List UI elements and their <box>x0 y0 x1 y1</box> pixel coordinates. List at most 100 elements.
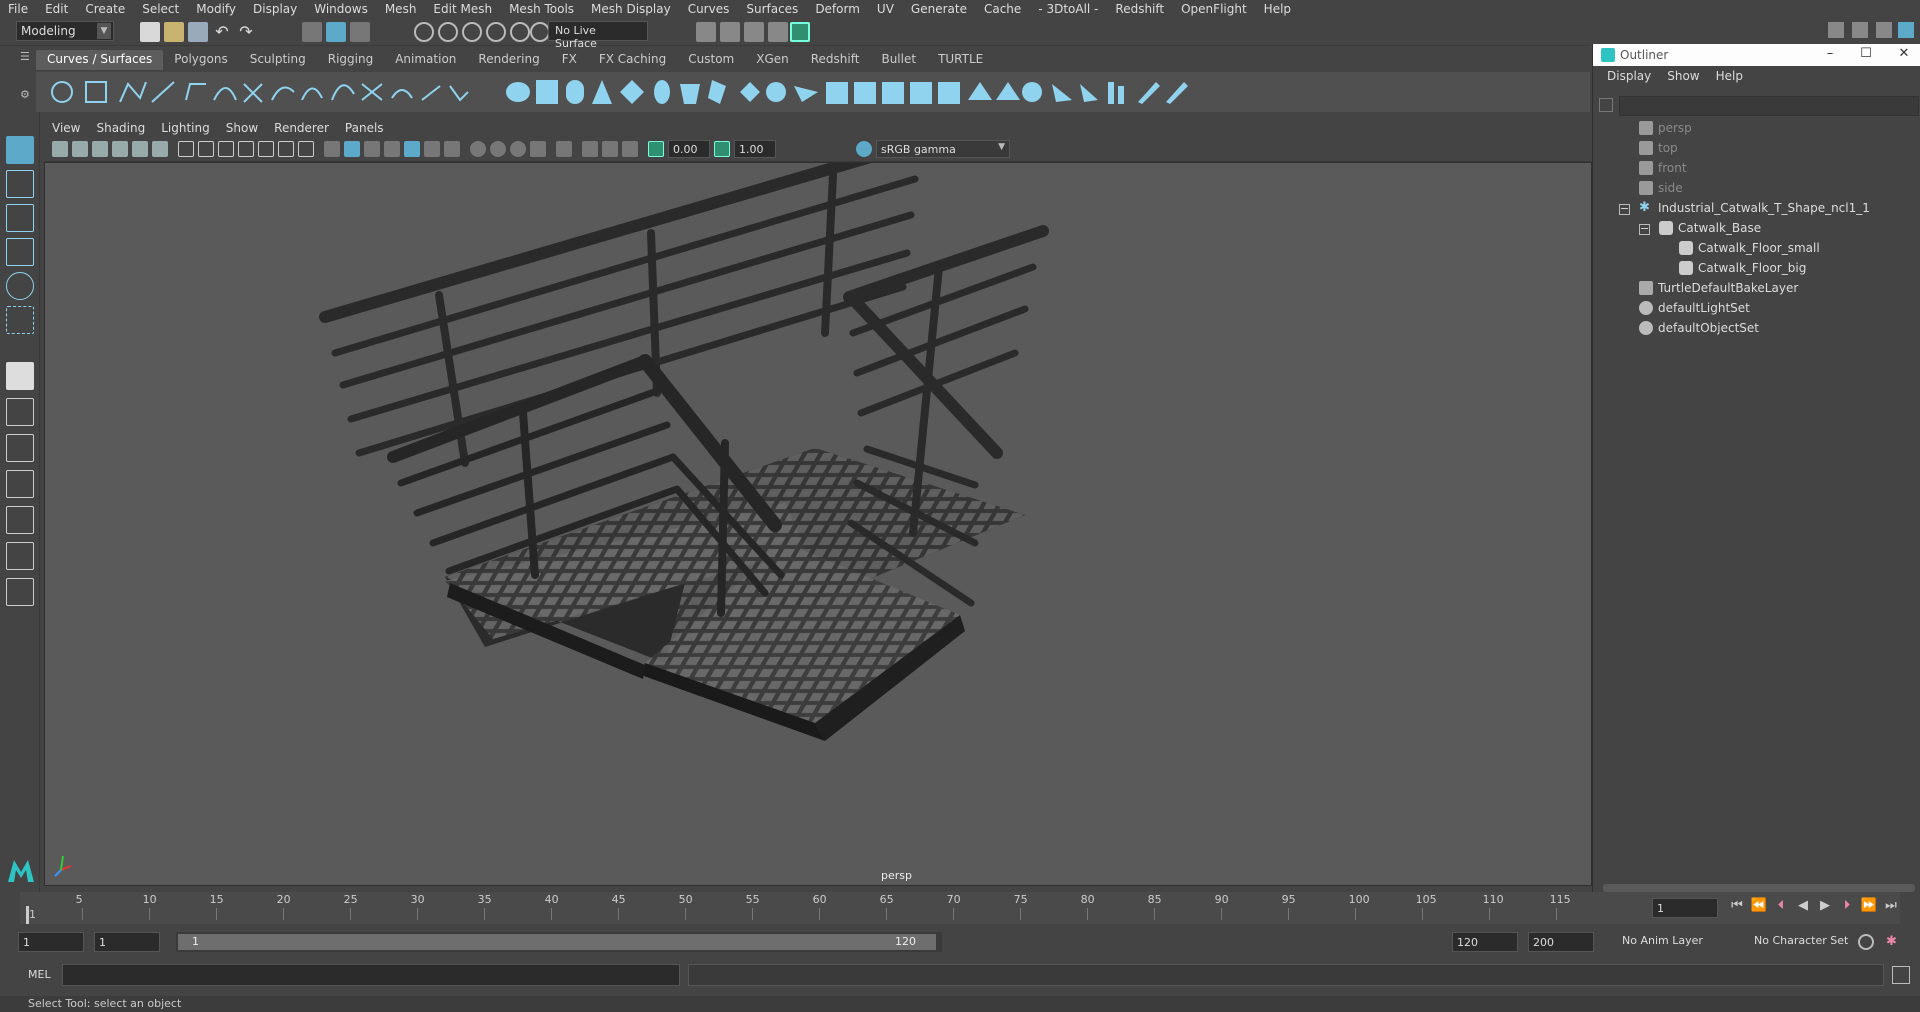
menu-redshift[interactable]: Redshift <box>1107 2 1173 16</box>
time-slider[interactable]: 5 10 15 20 25 30 35 40 45 50 55 60 65 70 75 80 85 90 95 100… <box>20 892 1900 924</box>
character-set-dropdown[interactable]: No Character Set <box>1754 934 1848 947</box>
animation-start-field[interactable]: 1 <box>18 932 84 952</box>
viewport-menu-lighting[interactable]: Lighting <box>153 121 218 135</box>
viewport-menu-panels[interactable]: Panels <box>337 121 392 135</box>
menu-generate[interactable]: Generate <box>903 2 976 16</box>
snap-view-plane-icon[interactable] <box>486 22 506 42</box>
go-to-start-icon[interactable]: ⏮ <box>1728 898 1746 916</box>
field-chart-icon[interactable] <box>258 141 274 157</box>
film-gate-icon[interactable] <box>198 141 214 157</box>
shelf-tab-turtle[interactable]: TURTLE <box>927 50 994 70</box>
select-object-icon[interactable] <box>326 22 346 42</box>
paint-select-tool-icon[interactable] <box>6 204 34 232</box>
menuset-dropdown[interactable]: Modeling ▼ <box>16 21 114 41</box>
grid-icon[interactable] <box>178 141 194 157</box>
playback-start-field[interactable]: 1 <box>94 932 160 952</box>
persp-hypershade-layout-icon[interactable] <box>6 506 34 534</box>
redshift-render-icon[interactable] <box>790 22 810 42</box>
outliner-item[interactable]: persp <box>1593 118 1920 138</box>
shelf-menu-icon[interactable]: ☰ <box>20 50 32 64</box>
menu-help[interactable]: Help <box>1256 2 1300 16</box>
select-component-icon[interactable] <box>350 22 370 42</box>
menu-curves[interactable]: Curves <box>680 2 739 16</box>
shelf-tab-redshift[interactable]: Redshift <box>800 50 871 70</box>
xray-joints-icon[interactable] <box>582 141 598 157</box>
resolution-gate-icon[interactable] <box>218 141 234 157</box>
outliner-item[interactable]: Catwalk_Floor_small <box>1593 238 1920 258</box>
menu-mesh-tools[interactable]: Mesh Tools <box>501 2 583 16</box>
outliner-item[interactable]: ✱ Industrial_Catwalk_T_Shape_ncl1_1 <box>1593 198 1920 218</box>
menu-file[interactable]: File <box>0 2 37 16</box>
outliner-item[interactable]: Catwalk_Floor_big <box>1593 258 1920 278</box>
step-back-key-icon[interactable]: ⏪ <box>1750 898 1768 916</box>
exposure-field[interactable]: 0.00 <box>668 140 710 158</box>
persp-outliner-layout-icon[interactable] <box>6 434 34 462</box>
command-language-label[interactable]: MEL <box>28 968 51 981</box>
wireframe-on-shaded-icon[interactable] <box>364 141 380 157</box>
shelf-tab-fx-caching[interactable]: FX Caching <box>588 50 677 70</box>
camera-lock-icon[interactable] <box>72 141 88 157</box>
screen-space-ao-icon[interactable] <box>470 141 486 157</box>
color-management-icon[interactable] <box>856 141 872 157</box>
play-backward-icon[interactable]: ◀ <box>1794 898 1812 916</box>
shelf-tab-bullet[interactable]: Bullet <box>870 50 927 70</box>
outliner-layout-icon[interactable] <box>6 542 34 570</box>
hypershade-icon[interactable] <box>768 22 788 42</box>
menu-cache[interactable]: Cache <box>976 2 1030 16</box>
outliner-search-input[interactable] <box>1619 96 1919 116</box>
menu-deform[interactable]: Deform <box>807 2 869 16</box>
grease-pencil-icon[interactable] <box>152 141 168 157</box>
menu-edit-mesh[interactable]: Edit Mesh <box>425 2 501 16</box>
shadows-icon[interactable] <box>444 141 460 157</box>
custom-layout-icon[interactable] <box>6 578 34 606</box>
animation-end-field[interactable]: 200 <box>1528 932 1594 952</box>
step-forward-key-icon[interactable]: ⏩ <box>1860 898 1878 916</box>
lasso-tool-icon[interactable] <box>6 170 34 198</box>
rotate-tool-icon[interactable] <box>6 272 34 300</box>
menu-openflight[interactable]: OpenFlight <box>1173 2 1256 16</box>
shelf-tab-polygons[interactable]: Polygons <box>163 50 238 70</box>
depth-of-field-icon[interactable] <box>530 141 546 157</box>
menu-uv[interactable]: UV <box>869 2 903 16</box>
ipr-render-icon[interactable] <box>720 22 740 42</box>
menu-edit[interactable]: Edit <box>37 2 77 16</box>
script-editor-icon[interactable] <box>1892 966 1910 984</box>
attribute-editor-icon[interactable] <box>1852 22 1868 38</box>
range-slider[interactable]: 1 120 <box>176 932 942 952</box>
scale-tool-icon[interactable] <box>6 306 34 334</box>
isolate-select-icon[interactable] <box>556 141 572 157</box>
collapse-toggle-icon[interactable]: − <box>1619 203 1630 215</box>
shelf-tab-curves-surfaces[interactable]: Curves / Surfaces <box>36 50 164 70</box>
tool-settings-icon[interactable] <box>1876 22 1892 38</box>
shelf-settings-icon[interactable]: ⚙ <box>20 88 32 102</box>
step-forward-frame-icon[interactable]: ⏵ <box>1838 898 1856 916</box>
persp-graph-layout-icon[interactable] <box>6 470 34 498</box>
command-input[interactable] <box>62 964 680 986</box>
four-view-layout-icon[interactable] <box>6 398 34 426</box>
viewport-menu-show[interactable]: Show <box>218 121 266 135</box>
maximize-icon[interactable]: ☐ <box>1857 46 1875 64</box>
shelf-tab-xgen[interactable]: XGen <box>745 50 800 70</box>
minimize-icon[interactable]: – <box>1821 46 1839 64</box>
menu-create[interactable]: Create <box>77 2 134 16</box>
channel-box-icon[interactable] <box>1898 22 1914 38</box>
redo-icon[interactable]: ↷ <box>236 22 256 42</box>
shelf-tab-rendering[interactable]: Rendering <box>467 50 550 70</box>
outliner-item[interactable]: top <box>1593 138 1920 158</box>
snap-point-icon[interactable] <box>462 22 482 42</box>
backface-culling-icon[interactable] <box>622 141 638 157</box>
select-tool-icon[interactable] <box>6 136 34 164</box>
anim-layer-dropdown[interactable]: No Anim Layer <box>1622 934 1703 947</box>
use-all-lights-icon[interactable] <box>424 141 440 157</box>
exposure-icon[interactable] <box>648 141 664 157</box>
shelf-tab-animation[interactable]: Animation <box>384 50 467 70</box>
outliner-horizontal-scrollbar[interactable] <box>1603 884 1915 892</box>
shelf-tab-sculpting[interactable]: Sculpting <box>239 50 317 70</box>
range-slider-handle[interactable]: 1 120 <box>178 934 936 950</box>
gamma-field[interactable]: 1.00 <box>734 140 776 158</box>
menu-select[interactable]: Select <box>134 2 188 16</box>
anti-aliasing-icon[interactable] <box>510 141 526 157</box>
2d-pan-zoom-icon[interactable] <box>132 141 148 157</box>
playback-end-field[interactable]: 120 <box>1452 932 1518 952</box>
single-view-layout-icon[interactable] <box>6 362 34 390</box>
